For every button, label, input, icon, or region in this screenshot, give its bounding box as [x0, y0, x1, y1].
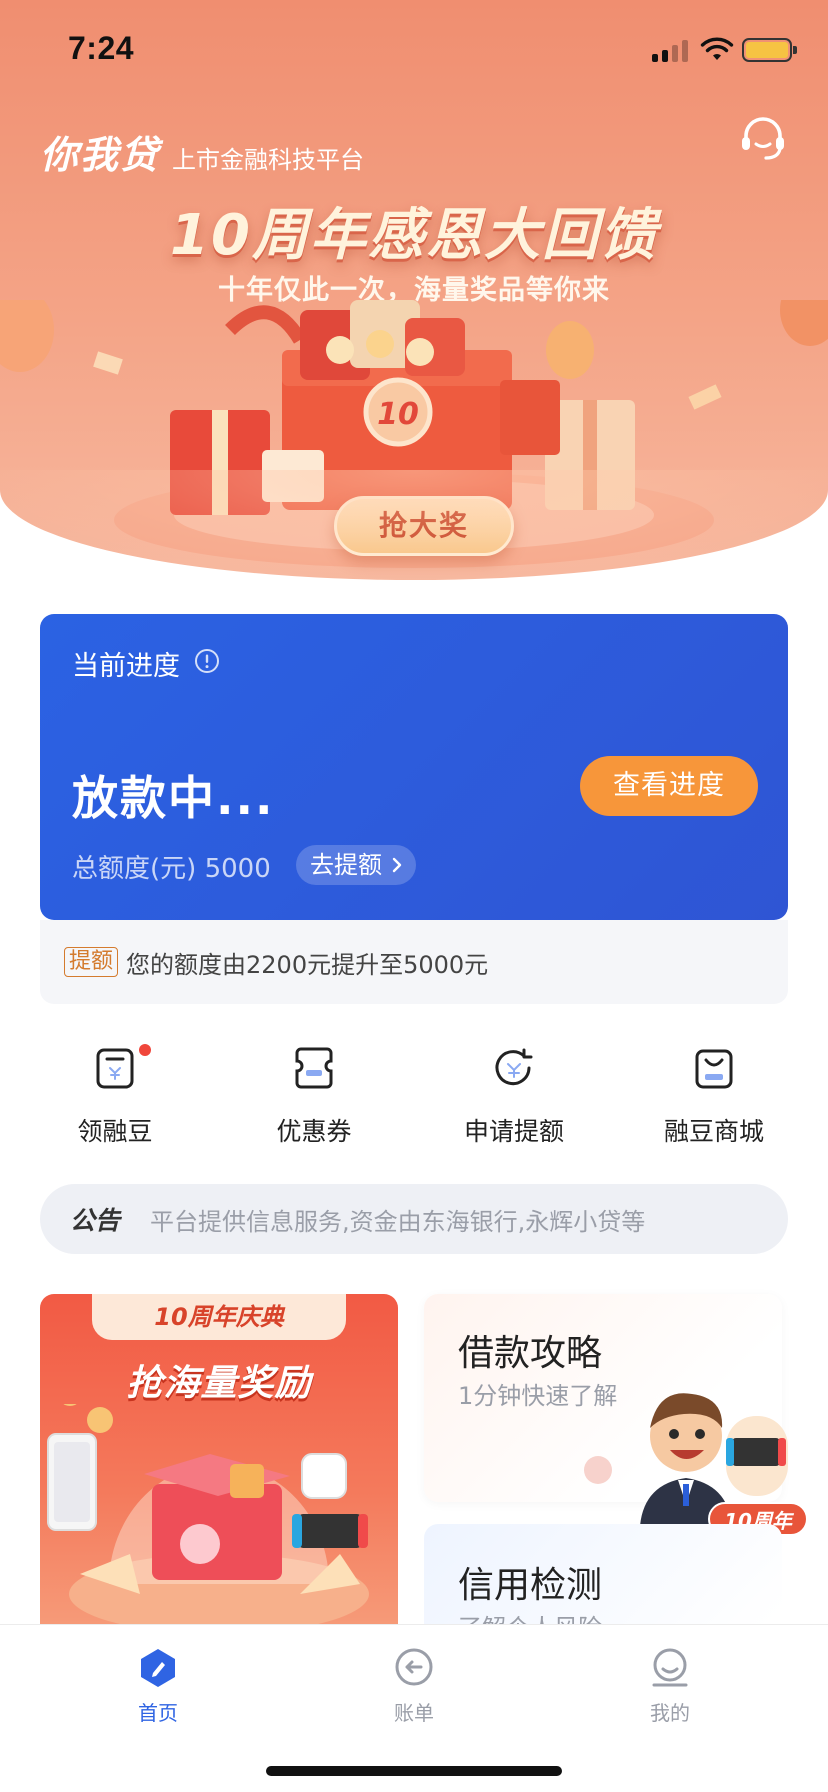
raise-limit-link[interactable]: 去提额 [296, 845, 416, 885]
battery-icon [742, 38, 797, 62]
loan-guide-subtitle: 1分钟快速了解 [458, 1382, 618, 1410]
tab-label: 首页 [138, 1701, 178, 1725]
quick-actions: 领融豆 优惠券 申请提额 融豆商城 [0, 1040, 828, 1150]
anniversary-title: 10周年感恩大回馈 [170, 203, 658, 268]
promo-headline: 抢海量奖励 [126, 1363, 312, 1404]
hero-banner[interactable]: 7:24 你我贷 上市金融科技平台 10周年感恩大回馈 十年仅此一次，海量奖品等… [0, 0, 828, 580]
total-limit-value: 5000 [204, 854, 271, 884]
limit-increase-notice[interactable]: 提额 您的额度由2200元提升至5000元 [40, 920, 788, 1004]
brand-logo: 你我贷 [40, 133, 161, 177]
progress-label: 当前进度 [72, 651, 180, 682]
action-label: 领融豆 [77, 1117, 153, 1146]
brand: 你我贷 上市金融科技平台 [40, 124, 364, 179]
tab-label: 我的 [650, 1701, 690, 1725]
total-limit-label: 总额度(元) [72, 854, 197, 884]
prize-illustration [47, 1404, 369, 1624]
gift-box-illustration: 10 [0, 300, 828, 568]
status-time: 7:24 [68, 30, 135, 66]
raise-limit-icon [495, 1048, 533, 1086]
progress-card: 当前进度 放款中... 查看进度 总额度(元) 5000 去提额 [40, 614, 788, 920]
anniversary-logo: 10 [377, 397, 419, 432]
tab-label: 账单 [394, 1701, 434, 1725]
announcement-bar[interactable]: 公告 平台提供信息服务,资金由东海银行,永辉小贷等 [40, 1184, 788, 1254]
coupon-icon [295, 1047, 333, 1089]
action-bean-mall[interactable]: 融豆商城 [614, 1040, 814, 1150]
promo-ribbon: 10周年庆典 [92, 1294, 346, 1340]
cellular-signal-icon [652, 40, 690, 62]
tab-bill[interactable]: 账单 [344, 1639, 484, 1729]
action-label: 融豆商城 [663, 1117, 764, 1146]
brand-tagline: 上市金融科技平台 [172, 146, 365, 174]
bean-icon [96, 1048, 134, 1089]
view-progress-button[interactable]: 查看进度 [580, 756, 758, 816]
loan-status: 放款中... [72, 771, 275, 825]
action-coupons[interactable]: 优惠券 [214, 1040, 414, 1150]
chevron-right-icon [392, 857, 402, 873]
bill-icon [395, 1648, 433, 1686]
profile-icon [652, 1648, 688, 1687]
home-indicator[interactable] [266, 1766, 562, 1776]
customer-service-icon[interactable] [738, 116, 788, 162]
notice-tag: 提额 [64, 947, 119, 977]
wifi-icon [700, 37, 734, 60]
action-label: 优惠券 [276, 1117, 352, 1146]
loan-guide-card[interactable]: 借款攻略 1分钟快速了解 [424, 1294, 788, 1526]
announcement-text: 平台提供信息服务,资金由东海银行,永辉小贷等 [150, 1207, 646, 1236]
status-bar: 7:24 [0, 0, 828, 98]
home-icon [141, 1649, 175, 1687]
shop-bag-icon [695, 1049, 733, 1089]
tab-home[interactable]: 首页 [88, 1639, 228, 1729]
announcement-label: 公告 [70, 1206, 121, 1235]
credit-check-title: 信用检测 [458, 1565, 603, 1606]
action-collect-beans[interactable]: 领融豆 [15, 1040, 215, 1150]
notification-dot [139, 1044, 151, 1056]
tab-profile[interactable]: 我的 [600, 1639, 740, 1729]
total-limit: 总额度(元) 5000 [72, 848, 271, 885]
grab-prize-button[interactable]: 抢大奖 [334, 496, 514, 556]
notice-text: 您的额度由2200元提升至5000元 [126, 950, 489, 979]
action-label: 申请提额 [463, 1117, 564, 1146]
loan-guide-title: 借款攻略 [458, 1333, 603, 1374]
anniversary-promo-card[interactable]: 10周年庆典 抢海量奖励 [40, 1294, 398, 1624]
info-icon[interactable] [194, 648, 220, 674]
action-apply-raise[interactable]: 申请提额 [414, 1040, 614, 1150]
raise-limit-label: 去提额 [310, 851, 382, 879]
